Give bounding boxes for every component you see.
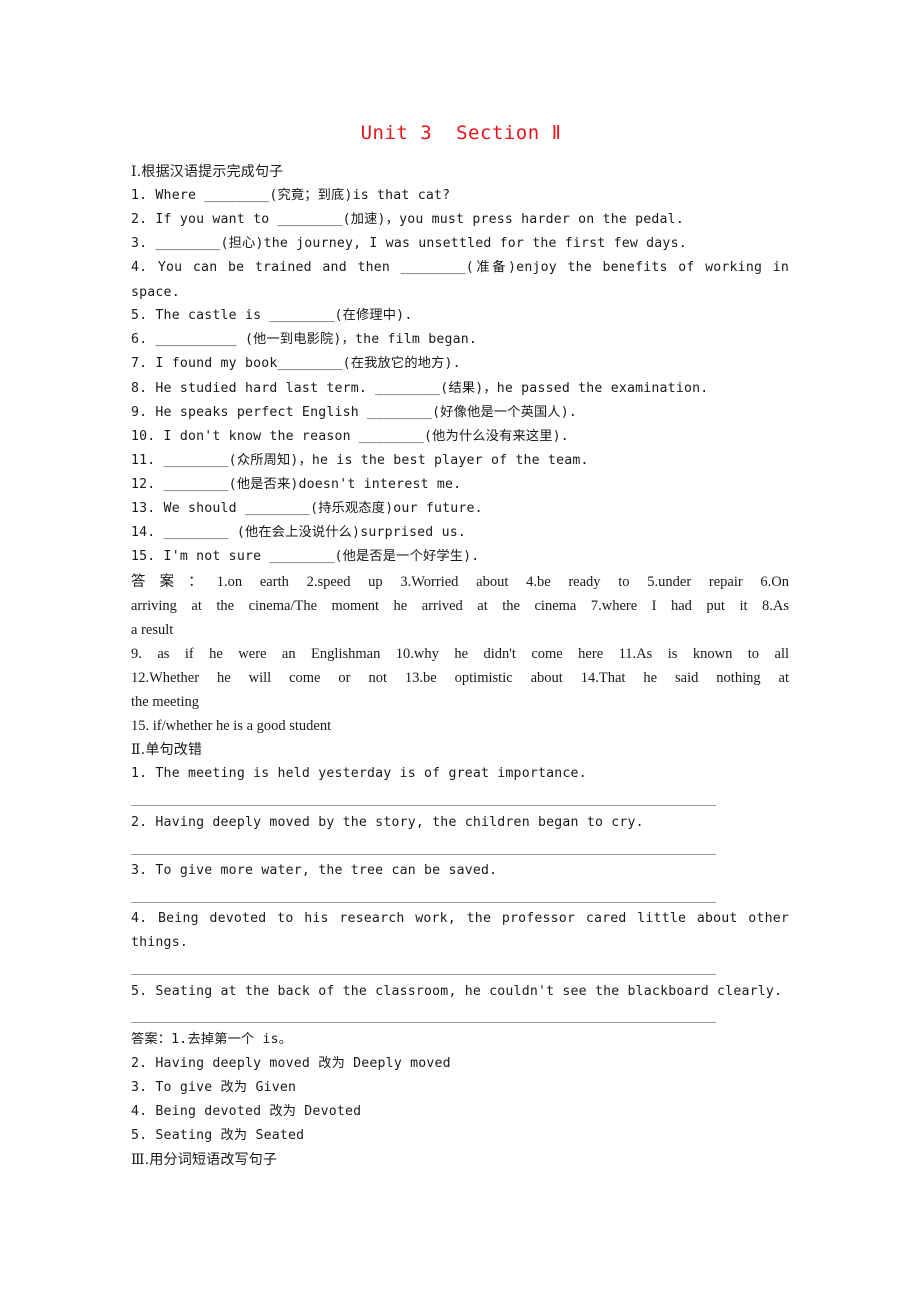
section-2-heading: Ⅱ.单句改错 [131, 742, 203, 758]
answer-line: 15. if/whether he is a good student [131, 718, 332, 734]
exercise-item: 3. ________(担心)the journey, I was unsett… [131, 236, 687, 251]
exercise-item: 1. Where ________(究竟；到底)is that cat? [131, 188, 451, 203]
exercise-item-continuation: space. [131, 285, 180, 300]
document-title: Unit 3 Section Ⅱ [360, 122, 562, 144]
exercise-item: 8. He studied hard last term. ________(结… [131, 381, 709, 396]
exercise-item: 12. ________(他是否来)doesn't interest me. [131, 477, 462, 492]
answer-line: 答案：1.去掉第一个 is。 [131, 1032, 293, 1047]
exercise-item: 13. We should ________(持乐观态度)our future. [131, 501, 483, 516]
exercise-item: 6. __________ (他一到电影院)，the film began. [131, 332, 478, 347]
answer-line: 4. Being devoted 改为 Devoted [131, 1104, 362, 1119]
section-3-heading: Ⅲ.用分词短语改写句子 [131, 1152, 278, 1168]
answer-rule [131, 805, 716, 806]
answer-rule [131, 902, 716, 903]
correction-item: 2. Having deeply moved by the story, the… [131, 815, 644, 830]
exercise-item: 5. The castle is ________(在修理中). [131, 308, 413, 323]
exercise-item: 14. ________ (他在会上没说什么)surprised us. [131, 525, 467, 540]
answer-line: 5. Seating 改为 Seated [131, 1128, 305, 1143]
section-1-heading: Ⅰ.根据汉语提示完成句子 [131, 164, 284, 180]
correction-item: 1. The meeting is held yesterday is of g… [131, 766, 587, 781]
exercise-item: 2. If you want to ________(加速)，you must … [131, 212, 684, 227]
answer-line: 12.Whether he will come or not 13.be opt… [131, 670, 789, 686]
exercise-item: 11. ________(众所周知)，he is the best player… [131, 453, 589, 468]
answer-line: 9. as if he were an Englishman 10.why he… [131, 646, 789, 662]
answer-line: arriving at the cinema/The moment he arr… [131, 598, 789, 614]
exercise-item: 4. You can be trained and then ________(… [131, 260, 789, 275]
answer-line: 3. To give 改为 Given [131, 1080, 297, 1095]
answer-line: 2. Having deeply moved 改为 Deeply moved [131, 1056, 451, 1071]
exercise-item: 15. I'm not sure ________(他是否是一个好学生). [131, 549, 480, 564]
answer-rule [131, 974, 716, 975]
answer-line: the meeting [131, 694, 200, 710]
exercise-item: 7. I found my book________(在我放它的地方). [131, 356, 461, 371]
correction-item: 3. To give more water, the tree can be s… [131, 863, 498, 878]
answer-line: a result [131, 622, 174, 638]
answer-rule [131, 854, 716, 855]
exercise-item: 9. He speaks perfect English ________(好像… [131, 405, 578, 420]
exercise-item: 10. I don't know the reason ________(他为什… [131, 429, 569, 444]
answer-rule [131, 1022, 716, 1023]
correction-item: 4. Being devoted to his research work, t… [131, 911, 789, 926]
correction-item: 5. Seating at the back of the classroom,… [131, 984, 783, 999]
answer-line: 答案：1.on earth 2.speed up 3.Worried about… [131, 574, 789, 590]
correction-item-continuation: things. [131, 935, 188, 950]
